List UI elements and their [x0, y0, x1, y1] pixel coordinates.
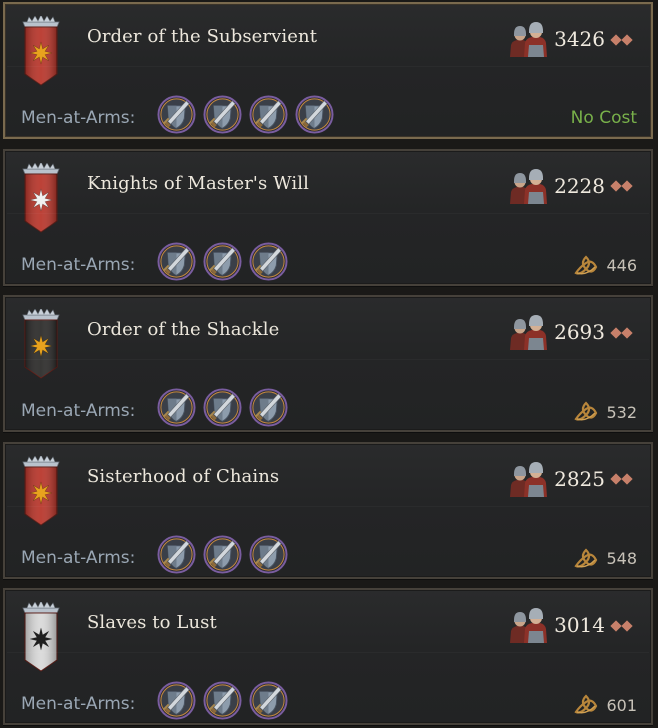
heavy-infantry-icon[interactable]: [157, 388, 196, 427]
hire-cost: 601: [574, 694, 637, 716]
gold-knot-icon: [574, 694, 598, 716]
heavy-infantry-icon[interactable]: [157, 681, 196, 720]
troop-count: 2825: [508, 459, 633, 499]
quality-diamond-icon: [610, 473, 633, 485]
heavy-infantry-icon[interactable]: [295, 95, 334, 134]
heavy-infantry-icon[interactable]: [203, 241, 242, 281]
order-name: Slaves to Lust: [87, 612, 217, 633]
order-name: Sisterhood of Chains: [87, 465, 280, 487]
troop-count: 3014: [508, 605, 633, 645]
soldier-count: 3426: [554, 27, 605, 51]
men-at-arms-list: [157, 95, 334, 134]
gold-knot-icon: [574, 254, 598, 277]
heavy-infantry-icon[interactable]: [157, 95, 196, 134]
heavy-infantry-icon[interactable]: [157, 241, 196, 281]
quality-diamond-icon: [610, 33, 633, 46]
men-at-arms-list: [157, 681, 288, 720]
men-at-arms-list: [157, 241, 288, 281]
soldier-count: 3014: [554, 613, 605, 637]
order-banner-icon: [19, 307, 63, 379]
quality-diamond-icon: [610, 326, 633, 339]
men-at-arms-label: Men-at-Arms:: [21, 108, 136, 128]
heavy-infantry-icon[interactable]: [249, 241, 288, 281]
soldier-count: 2228: [554, 173, 605, 198]
soldier-count: 2825: [554, 466, 605, 491]
holy-order-card[interactable]: Slaves to Lust 3014 Men-at-Arms: 601: [3, 588, 653, 725]
order-name: Knights of Master's Will: [87, 172, 309, 194]
men-at-arms-list: [157, 388, 288, 427]
men-at-arms-label: Men-at-Arms:: [21, 401, 136, 421]
hire-cost-value: 548: [606, 549, 637, 568]
holy-order-card[interactable]: Order of the Subservient 3426 Men-at-Arms…: [3, 2, 653, 139]
quality-diamond-icon: [610, 619, 633, 632]
holy-order-card[interactable]: Sisterhood of Chains 2825 Men-at-Arms: 5…: [3, 441, 653, 579]
men-at-arms-label: Men-at-Arms:: [21, 547, 136, 568]
men-at-arms-list: [157, 534, 288, 574]
heavy-infantry-icon[interactable]: [249, 95, 288, 134]
heavy-infantry-icon[interactable]: [249, 681, 288, 720]
soldiers-icon: [508, 21, 548, 57]
hire-cost: 532: [574, 401, 637, 423]
soldiers-icon: [508, 168, 548, 204]
soldier-count: 2693: [554, 320, 605, 344]
holy-order-card[interactable]: Knights of Master's Will 2228 Men-at-Arms…: [3, 148, 653, 286]
soldiers-icon: [508, 314, 548, 350]
hire-cost: No Cost: [571, 108, 637, 128]
men-at-arms-label: Men-at-Arms:: [21, 694, 136, 714]
heavy-infantry-icon[interactable]: [157, 534, 196, 574]
heavy-infantry-icon[interactable]: [203, 95, 242, 134]
hire-cost: 446: [574, 254, 637, 277]
troop-count: 2693: [508, 312, 633, 352]
quality-diamond-icon: [610, 180, 633, 192]
holy-order-card[interactable]: Order of the Shackle 2693 Men-at-Arms: 5…: [3, 295, 653, 432]
heavy-infantry-icon[interactable]: [203, 534, 242, 574]
hire-cost-value: No Cost: [570, 108, 637, 128]
order-name: Order of the Shackle: [87, 319, 280, 340]
hire-cost-value: 446: [606, 256, 637, 275]
hire-cost-value: 601: [606, 695, 637, 715]
troop-count: 3426: [508, 19, 633, 59]
gold-knot-icon: [574, 547, 598, 570]
hire-cost-value: 532: [606, 402, 637, 422]
hire-cost: 548: [574, 547, 637, 570]
order-banner-icon: [19, 600, 63, 672]
men-at-arms-label: Men-at-Arms:: [21, 254, 136, 275]
heavy-infantry-icon[interactable]: [249, 534, 288, 574]
soldiers-icon: [508, 607, 548, 643]
heavy-infantry-icon[interactable]: [203, 681, 242, 720]
heavy-infantry-icon[interactable]: [203, 388, 242, 427]
troop-count: 2228: [508, 166, 633, 206]
order-name: Order of the Subservient: [87, 26, 318, 47]
order-banner-icon: [19, 453, 63, 526]
heavy-infantry-icon[interactable]: [249, 388, 288, 427]
soldiers-icon: [508, 461, 548, 497]
holy-order-list: Order of the Subservient 3426 Men-at-Arms…: [0, 0, 658, 728]
order-banner-icon: [19, 160, 63, 233]
order-banner-icon: [19, 14, 63, 86]
gold-knot-icon: [574, 401, 598, 423]
